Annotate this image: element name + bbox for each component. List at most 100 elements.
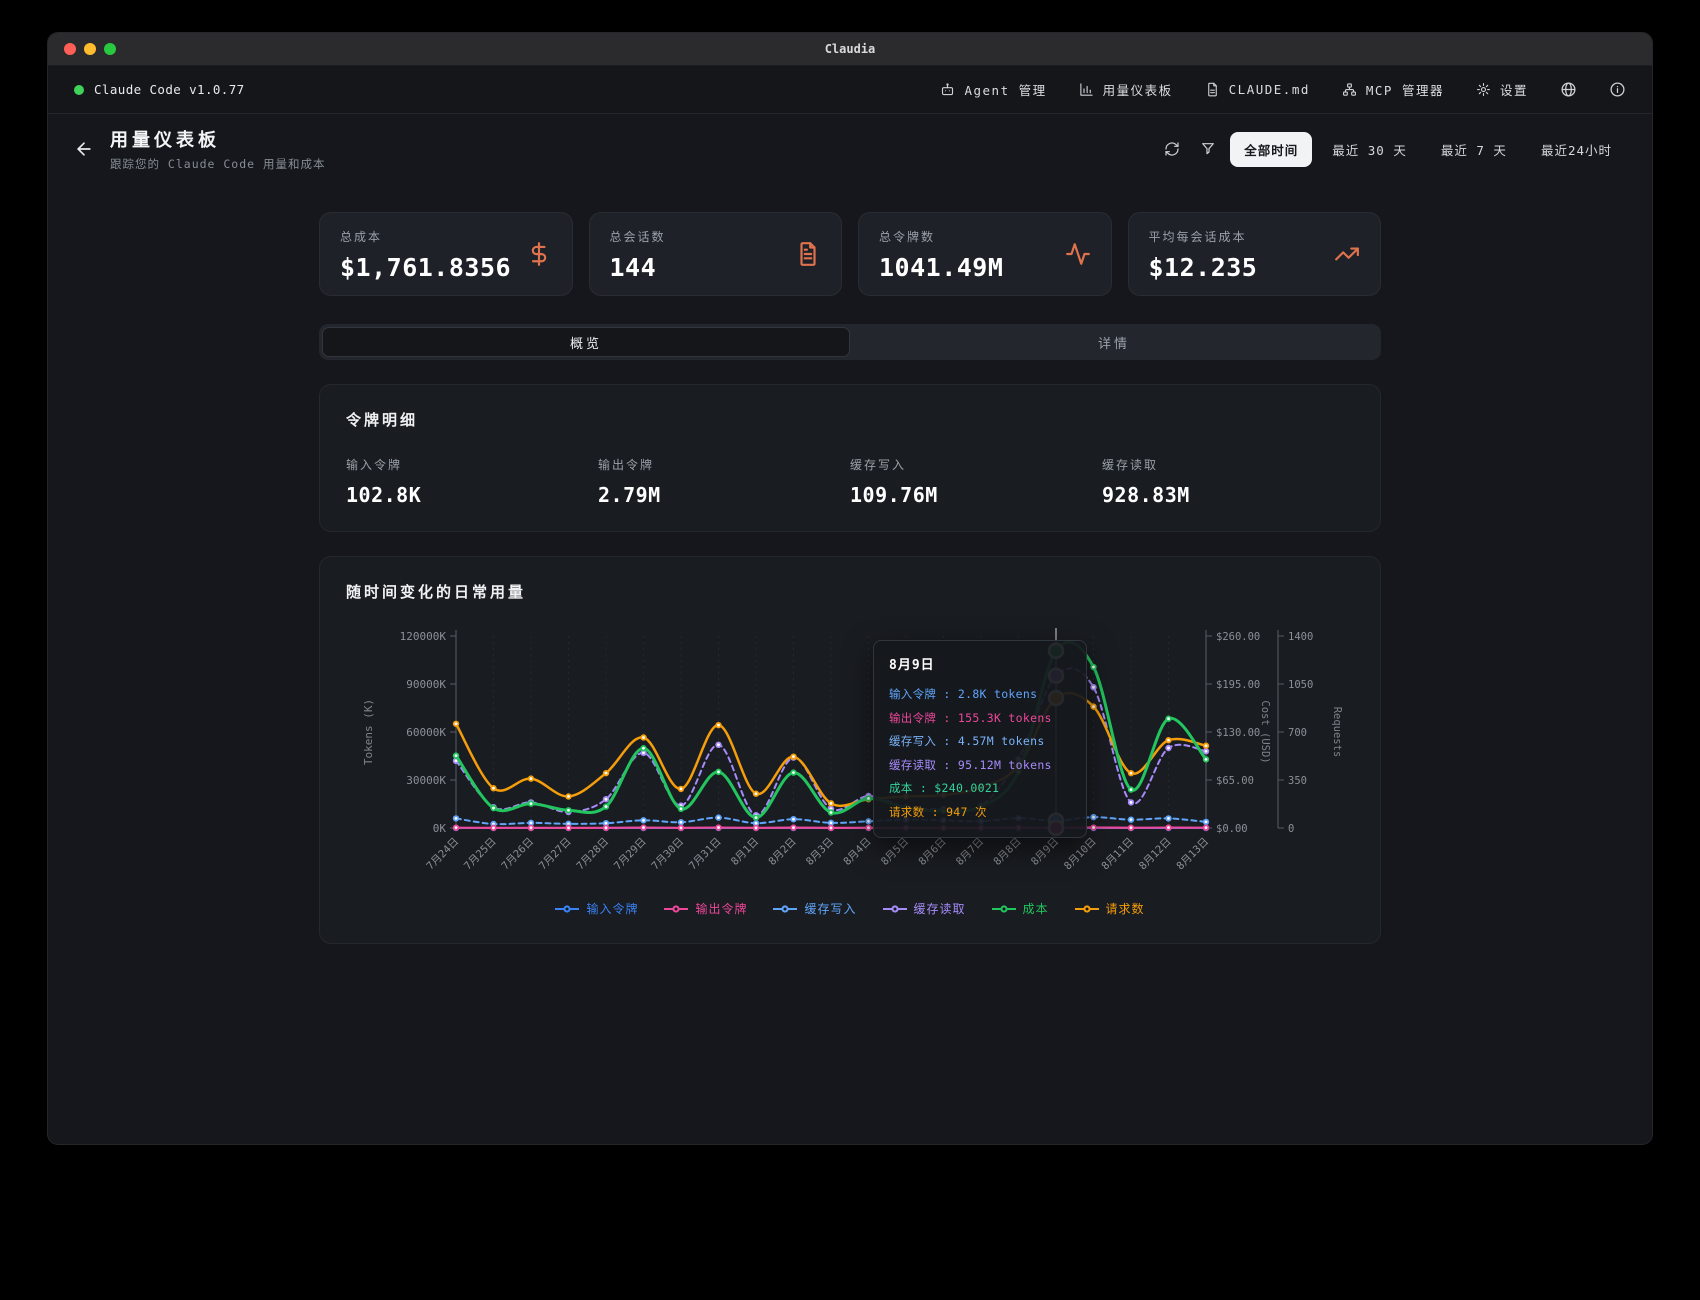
app-window: Claudia Claude Code v1.0.77 Agent 管理 用量仪… xyxy=(48,33,1652,1144)
status-dot-icon xyxy=(74,85,84,95)
nav-item-settings[interactable]: 设置 xyxy=(1476,80,1528,99)
legend-item[interactable]: 输出令牌 xyxy=(664,900,747,917)
usage-chart-svg[interactable]: 0K30000K60000K90000K120000KTokens (K)$0.… xyxy=(346,620,1356,896)
token-label: 输入令牌 xyxy=(346,456,598,473)
time-filter-0[interactable]: 全部时间 xyxy=(1230,132,1312,167)
legend-item[interactable]: 输入令牌 xyxy=(555,900,638,917)
tooltip-row: 输出令牌 : 155.3K tokens xyxy=(889,707,1071,731)
info-button[interactable] xyxy=(1609,81,1626,98)
legend-item[interactable]: 缓存读取 xyxy=(883,900,966,917)
nav-item-mcp-manager[interactable]: MCP 管理器 xyxy=(1342,80,1444,99)
svg-text:60000K: 60000K xyxy=(406,726,446,739)
svg-text:Tokens (K): Tokens (K) xyxy=(362,699,375,765)
stat-card-avg-cost: 平均每会话成本 $12.235 xyxy=(1128,212,1382,296)
svg-text:30000K: 30000K xyxy=(406,774,446,787)
svg-text:0: 0 xyxy=(1288,823,1294,835)
svg-text:7月29日: 7月29日 xyxy=(612,836,649,873)
main-content: 总成本 $1,761.8356 总会话数 144 总令牌数 1041.49M 平… xyxy=(319,212,1381,944)
token-value: 102.8K xyxy=(346,483,598,507)
legend-marker-icon xyxy=(883,904,907,914)
svg-text:1050: 1050 xyxy=(1288,679,1313,691)
svg-text:Cost (USD): Cost (USD) xyxy=(1259,700,1271,763)
traffic-lights xyxy=(64,43,116,55)
view-tabs: 概览 详情 xyxy=(319,324,1381,360)
stat-card-total-sessions: 总会话数 144 xyxy=(589,212,843,296)
legend-item[interactable]: 缓存写入 xyxy=(773,900,856,917)
funnel-icon xyxy=(1200,141,1216,157)
svg-text:8月7日: 8月7日 xyxy=(954,836,986,868)
globe-icon xyxy=(1560,81,1577,98)
token-label: 缓存读取 xyxy=(1102,456,1354,473)
legend-marker-icon xyxy=(992,904,1016,914)
tab-overview[interactable]: 概览 xyxy=(322,327,850,357)
page-title: 用量仪表板 xyxy=(110,126,1142,152)
legend-marker-icon xyxy=(773,904,797,914)
time-filter-2[interactable]: 最近 7 天 xyxy=(1427,132,1521,167)
svg-text:$195.00: $195.00 xyxy=(1216,679,1260,691)
dollar-icon xyxy=(526,241,552,267)
svg-text:7月26日: 7月26日 xyxy=(499,836,536,873)
svg-text:8月2日: 8月2日 xyxy=(766,836,798,868)
usage-chart-panel: 随时间变化的日常用量 0K30000K60000K90000K120000KTo… xyxy=(319,556,1381,944)
info-icon xyxy=(1609,81,1626,98)
svg-text:7月31日: 7月31日 xyxy=(687,836,724,873)
svg-text:$130.00: $130.00 xyxy=(1216,727,1260,739)
chart-tooltip: 8月9日 输入令牌 : 2.8K tokens输出令牌 : 155.3K tok… xyxy=(873,640,1087,838)
token-label: 缓存写入 xyxy=(850,456,1102,473)
svg-text:8月3日: 8月3日 xyxy=(804,836,836,868)
header-controls: 全部时间最近 30 天最近 7 天最近24小时 xyxy=(1158,132,1626,167)
nav-item-label: 设置 xyxy=(1500,80,1528,99)
token-breakdown-item: 缓存写入 109.76M xyxy=(850,456,1102,507)
legend-marker-icon xyxy=(664,904,688,914)
stat-label: 总成本 xyxy=(340,228,552,245)
stat-value: 1041.49M xyxy=(879,253,1091,282)
refresh-button[interactable] xyxy=(1158,135,1186,163)
tooltip-row: 缓存写入 : 4.57M tokens xyxy=(889,730,1071,754)
nav-item-claude-md[interactable]: CLAUDE.md xyxy=(1205,82,1310,97)
stats-row: 总成本 $1,761.8356 总会话数 144 总令牌数 1041.49M 平… xyxy=(319,212,1381,296)
nav-item-agents[interactable]: Agent 管理 xyxy=(940,80,1046,99)
time-filter-3[interactable]: 最近24小时 xyxy=(1527,132,1626,167)
tooltip-row: 成本 : $240.0021 xyxy=(889,777,1071,801)
svg-text:700: 700 xyxy=(1288,727,1307,739)
back-button[interactable] xyxy=(74,139,94,159)
svg-text:8月4日: 8月4日 xyxy=(841,836,873,868)
language-button[interactable] xyxy=(1560,81,1577,98)
titlebar: Claudia xyxy=(48,33,1652,66)
close-window-button[interactable] xyxy=(64,43,76,55)
svg-text:0K: 0K xyxy=(433,822,447,835)
svg-text:90000K: 90000K xyxy=(406,678,446,691)
usage-chart-area: 0K30000K60000K90000K120000KTokens (K)$0.… xyxy=(346,620,1354,919)
menubar: Claude Code v1.0.77 Agent 管理 用量仪表板 CLAUD… xyxy=(48,66,1652,114)
stat-value: $1,761.8356 xyxy=(340,253,552,282)
svg-text:8月9日: 8月9日 xyxy=(1029,836,1061,868)
tooltip-row: 缓存读取 : 95.12M tokens xyxy=(889,754,1071,778)
minimize-window-button[interactable] xyxy=(84,43,96,55)
stat-card-total-tokens: 总令牌数 1041.49M xyxy=(858,212,1112,296)
tooltip-date: 8月9日 xyxy=(889,654,1071,673)
legend-item[interactable]: 请求数 xyxy=(1075,900,1145,917)
nav-item-label: 用量仪表板 xyxy=(1103,80,1173,99)
token-breakdown-item: 输入令牌 102.8K xyxy=(346,456,598,507)
token-breakdown-item: 缓存读取 928.83M xyxy=(1102,456,1354,507)
chart-legend: 输入令牌 输出令牌 缓存写入 缓存读取 成本 请求数 xyxy=(346,900,1354,919)
token-breakdown-grid: 输入令牌 102.8K 输出令牌 2.79M 缓存写入 109.76M 缓存读取… xyxy=(346,456,1354,507)
time-filter-1[interactable]: 最近 30 天 xyxy=(1318,132,1421,167)
svg-text:120000K: 120000K xyxy=(400,630,447,643)
nav-item-label: MCP 管理器 xyxy=(1366,80,1444,99)
trending-up-icon xyxy=(1334,241,1360,267)
svg-text:1400: 1400 xyxy=(1288,631,1313,643)
maximize-window-button[interactable] xyxy=(104,43,116,55)
stat-value: $12.235 xyxy=(1149,253,1361,282)
svg-text:7月30日: 7月30日 xyxy=(649,836,686,873)
token-value: 2.79M xyxy=(598,483,850,507)
robot-icon xyxy=(940,82,955,97)
gear-icon xyxy=(1476,82,1491,97)
filter-button[interactable] xyxy=(1194,135,1222,163)
legend-item[interactable]: 成本 xyxy=(992,900,1049,917)
svg-text:8月1日: 8月1日 xyxy=(729,836,761,868)
tab-details[interactable]: 详情 xyxy=(850,327,1378,357)
nav-item-usage-dashboard[interactable]: 用量仪表板 xyxy=(1079,80,1173,99)
svg-text:8月10日: 8月10日 xyxy=(1062,836,1099,873)
svg-text:7月27日: 7月27日 xyxy=(537,836,574,873)
